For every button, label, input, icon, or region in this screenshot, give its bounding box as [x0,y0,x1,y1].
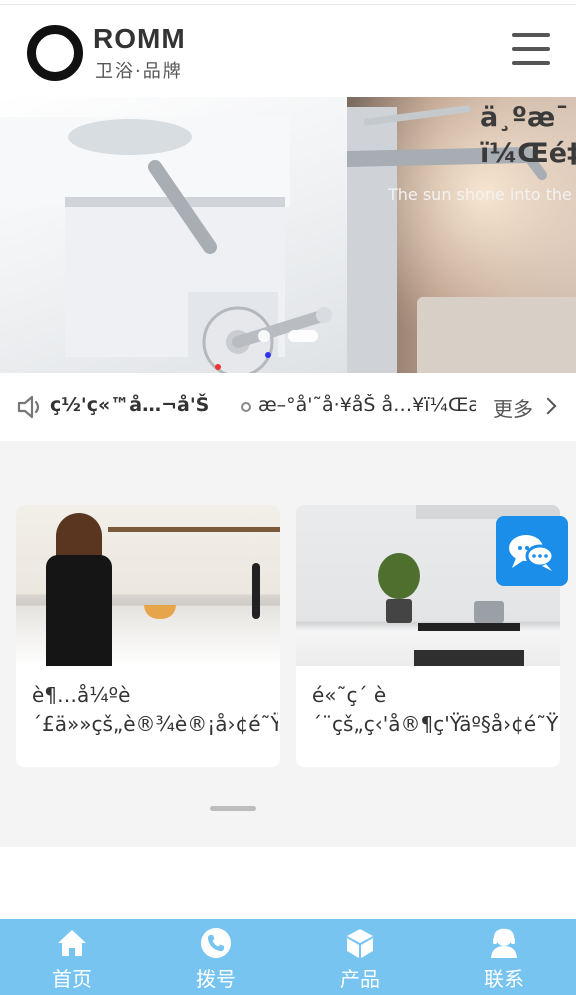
logo-ring-icon [27,25,83,81]
footer-spacer [0,847,576,919]
scroll-indicator [210,806,256,811]
chat-button[interactable] [496,516,568,586]
tab-dial[interactable]: 拨号 [144,919,288,995]
contact-icon [491,928,517,958]
notice-label: ç½'ç«™å…¬å'Š [50,394,210,416]
carousel-dot-2[interactable] [288,330,318,342]
chat-bubbles-icon [509,535,555,571]
more-link[interactable]: 更多 [493,393,533,422]
tab-label: 产品 [340,967,380,991]
kitchen-woman-photo [16,505,280,666]
cube-icon [347,929,373,958]
tab-label: 首页 [52,967,92,991]
speaker-icon [17,395,40,419]
notice-bar: ç½'ç«™å…¬å'Š æ–°å'˜å·¥åŠ å…¥ï¼Œæ 更多 [0,373,576,811]
notice-headline[interactable]: æ–°å'˜å·¥åŠ å…¥ï¼Œæ [258,394,476,416]
tab-products[interactable]: 产品 [288,919,432,995]
hamburger-menu-icon[interactable] [510,33,552,67]
home-icon [58,930,86,956]
tab-home[interactable]: 首页 [0,919,144,995]
card-title: è¶…å¼ºè´£ä»»çš„è®¾è®¡å›¢é˜Ÿ [32,683,278,736]
bottom-tab-bar: 首页 拨号 产品 联系 [0,919,576,995]
tab-label: 联系 [484,967,524,991]
banner-subtitle: The sun shone into the [388,185,572,204]
chevron-right-icon[interactable] [539,397,557,415]
logo-subtitle: 卫浴·品牌 [95,61,183,82]
tab-contact[interactable]: 联系 [432,919,576,995]
bullet-icon [241,402,251,412]
card-title: é«˜ç´ è´¨çš„ç‹'å®¶ç'Ÿäº§å›¢é˜Ÿ [312,683,558,736]
tab-label: 拨号 [196,967,236,991]
carousel-dot-1[interactable] [258,330,270,342]
phone-icon [201,928,231,958]
site-header: ROMM 卫浴·品牌 [0,5,576,97]
feature-card-1[interactable]: è¶…å¼ºè´£ä»»çš„è®¾è®¡å›¢é˜Ÿ [16,505,280,767]
logo-text[interactable]: ROMM [93,23,186,55]
banner-title: ä¸ºæ¯ ï¼Œé‡ [480,102,576,169]
